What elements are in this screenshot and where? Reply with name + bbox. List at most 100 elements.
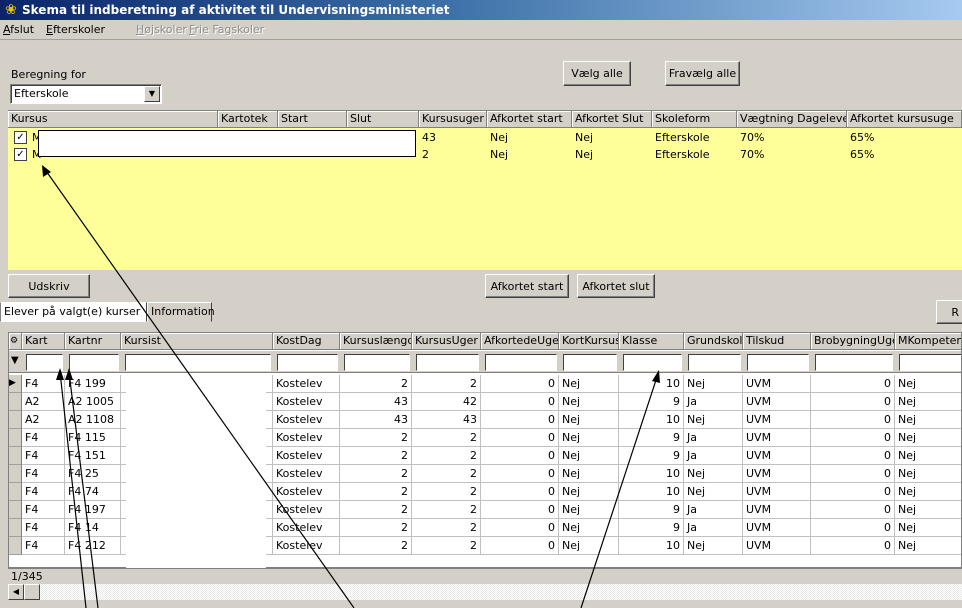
menu-hojskoler[interactable]: Højskoler (136, 23, 187, 36)
menu-efterskoler[interactable]: Efterskoler (46, 23, 105, 36)
cell-kart[interactable]: F4 (22, 447, 65, 465)
cell-kart[interactable]: A2 (22, 393, 65, 411)
cell-mkompetence[interactable]: Nej (895, 465, 961, 483)
filter-klasse[interactable] (623, 354, 682, 371)
right-button[interactable]: R (936, 300, 962, 324)
cell-klasse[interactable]: 9 (619, 429, 684, 447)
cell-kart[interactable]: F4 (22, 519, 65, 537)
cell-kostdag[interactable]: Kostelev (273, 501, 340, 519)
col-kartnr[interactable]: Kartnr (65, 333, 121, 350)
cell-kursusuger[interactable]: 2 (412, 429, 481, 447)
cell-klasse[interactable]: 9 (619, 393, 684, 411)
cell-kostdag[interactable]: Kostelev (273, 483, 340, 501)
filter-kursuslaengde[interactable] (344, 354, 410, 371)
cell-grundskole[interactable]: Ja (684, 393, 743, 411)
cell-kursuslaengde[interactable]: 2 (340, 465, 412, 483)
cell-kursuslaengde[interactable]: 2 (340, 429, 412, 447)
cell-mkompetence[interactable]: Nej (895, 393, 961, 411)
cell-brobygninguger[interactable]: 0 (811, 501, 895, 519)
col-afkortedeuger[interactable]: AfkortedeUger (481, 333, 559, 350)
col-kart[interactable]: Kart (22, 333, 65, 350)
cell-kursusuger[interactable]: 2 (412, 483, 481, 501)
cell-afkortedeuger[interactable]: 0 (481, 465, 559, 483)
col-afkortet-kursusuge[interactable]: Afkortet kursusuge (847, 111, 962, 128)
filter-kursist[interactable] (125, 354, 271, 371)
menu-frie-fagskoler[interactable]: Frie Fagskoler (189, 23, 264, 36)
cell-kostdag[interactable]: Kostelev (273, 411, 340, 429)
cell-kortkursus[interactable]: Nej (559, 537, 619, 555)
tab-information[interactable]: Information (147, 302, 215, 322)
cell-kortkursus[interactable]: Nej (559, 519, 619, 537)
cell-kostdag[interactable]: Kostelev (273, 375, 340, 393)
cell-kartnr[interactable]: F4 212 (65, 537, 121, 555)
filter-grundskole[interactable] (688, 354, 741, 371)
cell-grundskole[interactable]: Ja (684, 519, 743, 537)
cell-kursuslaengde[interactable]: 43 (340, 411, 412, 429)
cell-kortkursus[interactable]: Nej (559, 501, 619, 519)
row-indicator[interactable] (9, 537, 22, 555)
cell-tilskud[interactable]: UVM (743, 447, 811, 465)
cell-afkortedeuger[interactable]: 0 (481, 429, 559, 447)
cell-grundskole[interactable]: Ja (684, 501, 743, 519)
cell-mkompetence[interactable]: Nej (895, 519, 961, 537)
cell-mkompetence[interactable]: Nej (895, 375, 961, 393)
cell-kursusuger[interactable]: 43 (412, 411, 481, 429)
col-slut[interactable]: Slut (347, 111, 419, 128)
cell-kart[interactable]: F4 (22, 483, 65, 501)
col-kursuslaengde[interactable]: Kursuslængde (340, 333, 412, 350)
cell-kortkursus[interactable]: Nej (559, 393, 619, 411)
cell-grundskole[interactable]: Nej (684, 537, 743, 555)
cell-kortkursus[interactable]: Nej (559, 429, 619, 447)
cell-tilskud[interactable]: UVM (743, 483, 811, 501)
cell-brobygninguger[interactable]: 0 (811, 519, 895, 537)
cell-kursuslaengde[interactable]: 2 (340, 537, 412, 555)
cell-brobygninguger[interactable]: 0 (811, 537, 895, 555)
col-kursusuger[interactable]: KursusUger (412, 333, 481, 350)
cell-afkortedeuger[interactable]: 0 (481, 447, 559, 465)
cell-klasse[interactable]: 9 (619, 501, 684, 519)
col-afkortet-start[interactable]: Afkortet start (487, 111, 572, 128)
cell-grundskole[interactable]: Nej (684, 483, 743, 501)
cell-kortkursus[interactable]: Nej (559, 465, 619, 483)
scroll-thumb[interactable] (24, 584, 40, 600)
col-kursist[interactable]: Kursist (121, 333, 273, 350)
col-kostdag[interactable]: KostDag (273, 333, 340, 350)
cell-brobygninguger[interactable]: 0 (811, 447, 895, 465)
row-indicator[interactable] (9, 501, 22, 519)
cell-kartnr[interactable]: F4 14 (65, 519, 121, 537)
menu-afslut[interactable]: Afslut (3, 23, 34, 36)
row-indicator[interactable] (9, 447, 22, 465)
cell-afkortedeuger[interactable]: 0 (481, 483, 559, 501)
cell-brobygninguger[interactable]: 0 (811, 393, 895, 411)
cell-afkortedeuger[interactable]: 0 (481, 411, 559, 429)
cell-kart[interactable]: F4 (22, 501, 65, 519)
horizontal-scrollbar[interactable]: ◀ (8, 584, 962, 600)
cell-brobygninguger[interactable]: 0 (811, 429, 895, 447)
cell-kart[interactable]: F4 (22, 465, 65, 483)
cell-mkompetence[interactable]: Nej (895, 447, 961, 465)
col-afkortet-slut[interactable]: Afkortet Slut (572, 111, 652, 128)
cell-kortkursus[interactable]: Nej (559, 483, 619, 501)
filter-kostdag[interactable] (277, 354, 338, 371)
cell-kart[interactable]: F4 (22, 375, 65, 393)
filter-tilskud[interactable] (747, 354, 809, 371)
col-brobygninguger[interactable]: BrobygningUger (811, 333, 895, 350)
cell-kursuslaengde[interactable]: 2 (340, 519, 412, 537)
cell-kursusuger[interactable]: 42 (412, 393, 481, 411)
row-indicator[interactable] (9, 465, 22, 483)
cell-tilskud[interactable]: UVM (743, 519, 811, 537)
triangle-right-icon[interactable]: ▶ (9, 375, 22, 393)
col-kursus[interactable]: Kursus (8, 111, 218, 128)
col-tilskud[interactable]: Tilskud (743, 333, 811, 350)
check-icon[interactable]: ✓ (14, 131, 27, 144)
cell-kostdag[interactable]: Kostelev (273, 429, 340, 447)
cell-kostdag[interactable]: Kostelev (273, 393, 340, 411)
cell-kart[interactable]: F4 (22, 429, 65, 447)
cell-grundskole[interactable]: Nej (684, 465, 743, 483)
cell-brobygninguger[interactable]: 0 (811, 465, 895, 483)
beregning-dropdown[interactable]: Efterskole ▼ (10, 84, 162, 104)
cell-kartnr[interactable]: A2 1005 (65, 393, 121, 411)
cell-klasse[interactable]: 10 (619, 483, 684, 501)
cell-kursuslaengde[interactable]: 43 (340, 393, 412, 411)
cell-kostdag[interactable]: Kostelev (273, 447, 340, 465)
